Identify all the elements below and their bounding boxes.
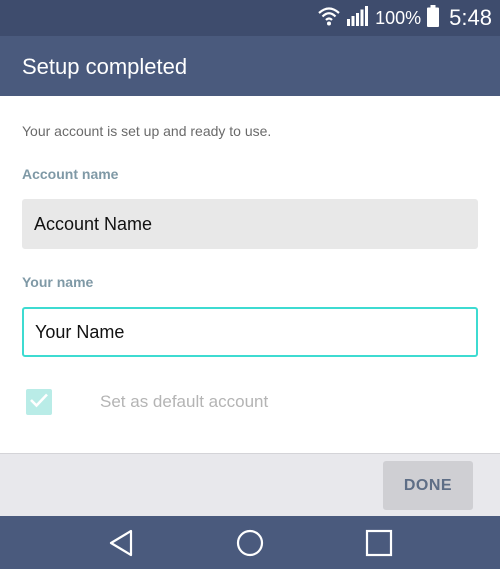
wifi-icon (317, 6, 341, 31)
default-account-label: Set as default account (100, 392, 269, 411)
clock: 5:48 (449, 5, 492, 30)
back-icon[interactable] (107, 528, 137, 558)
setup-completed-screen: 100% 5:48 Setup completed Your account i… (0, 0, 500, 569)
status-bar: 100% 5:48 (0, 0, 500, 36)
navigation-bar (0, 516, 500, 569)
recents-icon[interactable] (364, 528, 394, 558)
done-button[interactable]: DONE (383, 461, 473, 510)
default-account-row[interactable]: Set as default account (22, 386, 478, 416)
battery-percent: 100% (375, 8, 422, 28)
toolbar: Setup completed (0, 36, 500, 96)
account-name-field[interactable] (22, 199, 478, 249)
your-name-label: Your name (22, 274, 94, 290)
status-icons: 100% 5:48 (317, 4, 492, 32)
home-icon[interactable] (235, 528, 265, 558)
account-name-label: Account name (22, 166, 119, 182)
setup-description: Your account is set up and ready to use. (22, 123, 272, 139)
battery-icon (427, 4, 440, 32)
checkmark-icon (29, 392, 49, 413)
action-bar: DONE (0, 453, 500, 516)
signal-icon (347, 5, 369, 31)
page-title: Setup completed (22, 54, 188, 79)
setup-form: Your account is set up and ready to use.… (0, 96, 500, 453)
default-account-checkbox[interactable] (26, 389, 52, 415)
your-name-field[interactable] (22, 307, 478, 357)
